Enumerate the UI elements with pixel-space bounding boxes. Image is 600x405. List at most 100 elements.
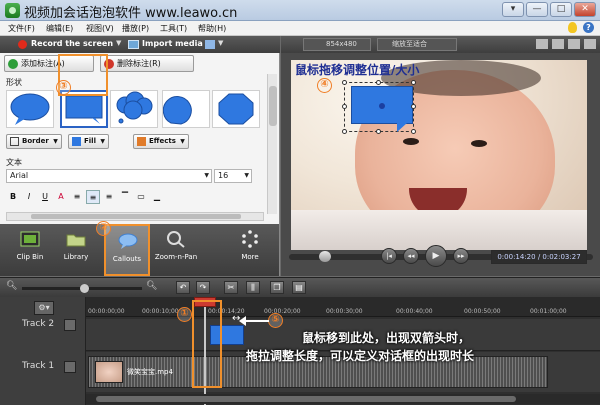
menu-view[interactable]: 视图(V): [86, 23, 114, 34]
resize-handle[interactable]: [376, 80, 381, 85]
shape-octagon-callout[interactable]: [212, 90, 260, 128]
lock-icon[interactable]: [64, 361, 76, 373]
pan-icon[interactable]: [552, 39, 564, 49]
menu-edit[interactable]: 编辑(E): [46, 23, 73, 34]
undo-icon[interactable]: ↶: [176, 281, 190, 294]
highlight-box-timeline: [192, 300, 222, 388]
bold-icon[interactable]: B: [6, 190, 20, 204]
split-icon[interactable]: ⫼: [246, 281, 260, 294]
font-size-select[interactable]: 16 ▼: [214, 169, 252, 183]
skip-back-icon[interactable]: |◂: [381, 248, 397, 264]
redo-icon[interactable]: ↷: [196, 281, 210, 294]
shape-label: 形状: [6, 78, 22, 87]
detach-icon[interactable]: [568, 39, 580, 49]
menu-bar: 文件(F) 编辑(E) 视图(V) 播放(P) 工具(T) 帮助(H) ?: [0, 21, 600, 36]
resize-handle[interactable]: [411, 80, 416, 85]
tool-zoom-n-pan[interactable]: Zoom-n-Pan: [152, 224, 200, 276]
resize-handle[interactable]: [342, 80, 347, 85]
tools-strip: Clip Bin Library Callouts Zoom-n-Pan Mor…: [0, 224, 280, 276]
more-dots-icon: [242, 230, 258, 248]
valign-bottom-icon[interactable]: ▁: [150, 190, 164, 204]
gear-icon[interactable]: ⚙▾: [34, 301, 54, 315]
produce-icon[interactable]: [205, 40, 215, 49]
timeline-scrollbar[interactable]: [86, 394, 600, 404]
record-icon: [18, 40, 27, 49]
callout-tail[interactable]: [397, 123, 407, 132]
step-2-marker: ②: [96, 221, 111, 236]
font-size-value: 16: [218, 171, 229, 180]
resolution-field[interactable]: 854x480: [303, 38, 371, 51]
tip-bulb-icon[interactable]: [568, 22, 577, 33]
fill-dropdown[interactable]: Fill ▼: [68, 134, 109, 149]
chevron-down-icon[interactable]: ▼: [218, 39, 223, 47]
underline-icon[interactable]: U: [38, 190, 52, 204]
tool-clip-bin[interactable]: Clip Bin: [6, 224, 54, 276]
step-4-marker: ④: [317, 78, 332, 93]
zoom-in-icon[interactable]: 🔍︎: [146, 281, 157, 291]
fullscreen-icon[interactable]: [584, 39, 596, 49]
dropdown-window-button[interactable]: ▾: [502, 2, 524, 17]
valign-middle-icon[interactable]: ▭: [134, 190, 148, 204]
time-ruler[interactable]: 00:00:00;00 00:00:10;00 00:00:14;20 00:0…: [86, 297, 600, 317]
zoom-out-icon[interactable]: 🔍︎: [6, 281, 17, 291]
resize-handle[interactable]: [342, 129, 347, 134]
delete-callout-button[interactable]: 删除标注(R): [100, 55, 194, 72]
chevron-down-icon[interactable]: ▼: [116, 39, 121, 47]
crop-icon[interactable]: [536, 39, 548, 49]
align-left-icon[interactable]: ≡: [70, 190, 84, 204]
scrollbar-thumb[interactable]: [96, 396, 516, 402]
maximize-button[interactable]: □: [550, 2, 572, 17]
track-2-label: Track 2: [22, 319, 55, 329]
italic-icon[interactable]: I: [22, 190, 36, 204]
tool-callouts[interactable]: Callouts: [104, 224, 150, 276]
callout-center-handle[interactable]: [379, 103, 385, 109]
cut-icon[interactable]: ✂: [224, 281, 238, 294]
zoom-fit-value: 缩放至适合: [392, 40, 427, 48]
panel-horizontal-scrollbar[interactable]: [6, 212, 264, 221]
step-5-marker: ⑤: [268, 313, 283, 328]
border-dropdown[interactable]: Border ▼: [6, 134, 62, 149]
font-color-icon[interactable]: A: [54, 190, 68, 204]
chevron-down-icon: ▼: [244, 172, 249, 179]
import-media-button[interactable]: Import media: [142, 39, 203, 48]
font-select[interactable]: Arial ▼: [6, 169, 212, 183]
close-button[interactable]: ✕: [574, 2, 596, 17]
resize-handle[interactable]: [342, 104, 347, 109]
paste-icon[interactable]: ▤: [292, 281, 306, 294]
panel-scrollbar[interactable]: [267, 74, 277, 214]
ruler-tick: 00:01:00;00: [530, 308, 567, 315]
clip-name: 微笑宝宝.mp4: [127, 368, 173, 376]
play-icon[interactable]: ▶: [425, 245, 447, 267]
record-screen-button[interactable]: Record the screen: [31, 39, 113, 48]
tool-library[interactable]: Library: [52, 224, 100, 276]
rewind-icon[interactable]: ◂◂: [403, 248, 419, 264]
zoom-fit-dropdown[interactable]: 缩放至适合: [377, 38, 457, 51]
fast-forward-icon[interactable]: ▸▸: [453, 248, 469, 264]
resize-handle[interactable]: [376, 129, 381, 134]
tool-label: Zoom-n-Pan: [154, 253, 198, 261]
minimize-button[interactable]: —: [526, 2, 548, 17]
align-center-icon[interactable]: ≡: [86, 190, 100, 204]
zoom-slider-knob[interactable]: [80, 284, 89, 293]
help-icon[interactable]: ?: [583, 22, 594, 33]
menu-tools[interactable]: 工具(T): [160, 23, 187, 34]
step-1-marker: ①: [177, 307, 192, 322]
valign-top-icon[interactable]: ▔: [118, 190, 132, 204]
chevron-down-icon: ▼: [100, 138, 105, 145]
shape-cloud-callout[interactable]: [110, 90, 158, 128]
scrollbar-thumb[interactable]: [31, 214, 241, 219]
video-canvas[interactable]: 鼠标拖移调整位置/大小 ④: [291, 60, 587, 250]
align-right-icon[interactable]: ≡: [102, 190, 116, 204]
resize-handle[interactable]: [411, 129, 416, 134]
menu-help[interactable]: 帮助(H): [198, 23, 226, 34]
shape-oval-callout[interactable]: [6, 90, 54, 128]
tool-more[interactable]: More: [226, 224, 274, 276]
copy-icon[interactable]: ❐: [270, 281, 284, 294]
shape-circle-callout[interactable]: [162, 90, 210, 128]
menu-play[interactable]: 播放(P): [122, 23, 149, 34]
resize-handle[interactable]: [411, 104, 416, 109]
lock-icon[interactable]: [64, 319, 76, 331]
effects-dropdown[interactable]: Effects ▼: [133, 134, 189, 149]
menu-file[interactable]: 文件(F): [8, 23, 35, 34]
scrollbar-thumb[interactable]: [269, 86, 277, 126]
